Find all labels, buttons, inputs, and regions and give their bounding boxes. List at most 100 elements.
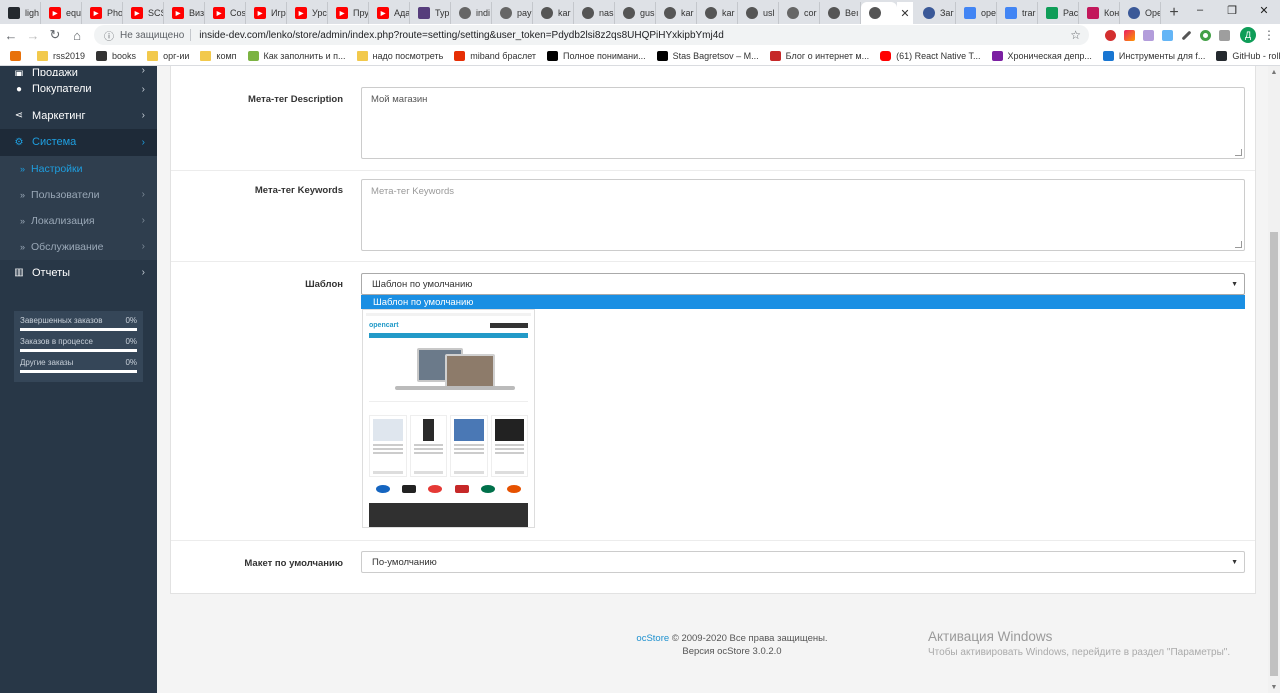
browser-tab[interactable]: kar <box>697 2 738 24</box>
browser-tab[interactable]: ▶ Ада <box>369 2 410 24</box>
browser-tab[interactable]: ▶ Pho <box>82 2 123 24</box>
browser-tab[interactable]: Рас <box>1038 2 1079 24</box>
close-window-button[interactable]: ✕ <box>1248 0 1280 20</box>
folder-icon <box>37 50 48 61</box>
drive-icon <box>1046 7 1058 19</box>
browser-tab[interactable]: usl <box>738 2 779 24</box>
browser-tab[interactable]: pay <box>492 2 533 24</box>
maximize-button[interactable]: ❐ <box>1216 0 1248 20</box>
apps-icon <box>10 50 21 61</box>
medium-icon <box>656 50 668 61</box>
resize-handle-icon[interactable] <box>1235 149 1242 156</box>
browser-tab[interactable]: trar <box>997 2 1038 24</box>
scrollbar-thumb[interactable] <box>1270 232 1278 676</box>
bookmark-item[interactable]: miband браслет <box>450 47 543 65</box>
sidebar-subitem-maintenance[interactable]: » Обслуживание › <box>0 234 157 260</box>
sidebar-subitem-localisation[interactable]: » Локализация › <box>0 208 157 234</box>
bookmark-item[interactable]: books <box>92 47 143 65</box>
meta-description-textarea[interactable]: Мой магазин <box>361 87 1245 159</box>
browser-tab[interactable]: Тур <box>410 2 451 24</box>
sidebar-item-customers[interactable]: ● Покупатели › <box>0 76 157 103</box>
bookmark-label: надо посмотреть <box>372 50 444 61</box>
layout-select[interactable]: По-умолчанию ▼ <box>361 551 1245 573</box>
ocstore-link[interactable]: ocStore <box>636 633 669 644</box>
browser-tab[interactable]: ▶ Пру <box>328 2 369 24</box>
browser-tab[interactable]: ope <box>956 2 997 24</box>
bookmark-item[interactable]: Stas Bagretsov – M... <box>653 47 766 65</box>
browser-tab[interactable]: indi <box>451 2 492 24</box>
browser-tab[interactable]: nas <box>574 2 615 24</box>
extension-icon[interactable] <box>1139 24 1158 46</box>
bookmark-item[interactable] <box>6 47 33 65</box>
admin-sidebar: ▣ Продажи › ● Покупатели › ⋖ Маркетинг ›… <box>0 66 157 693</box>
browser-tab[interactable]: gus <box>615 2 656 24</box>
browser-tab[interactable]: Заг <box>915 2 956 24</box>
bookmark-item[interactable]: (61) React Native T... <box>876 47 987 65</box>
link-icon <box>828 7 840 19</box>
sidebar-subitem-users[interactable]: » Пользователи › <box>0 182 157 208</box>
sidebar-item-system[interactable]: ⚙ Система › <box>0 129 157 156</box>
bookmark-item[interactable]: Инструменты для f... <box>1099 47 1213 65</box>
browser-tab[interactable]: ▶ equ <box>41 2 82 24</box>
url-text[interactable]: inside-dev.com/lenko/store/admin/index.p… <box>199 30 724 41</box>
template-option-default[interactable]: Шаблон по умолчанию <box>361 295 1245 309</box>
preview-product-card <box>490 415 528 477</box>
bookmark-item[interactable]: комп <box>196 47 243 65</box>
browser-tab[interactable]: ▶ Урс <box>287 2 328 24</box>
address-bar[interactable]: ⓘ Не защищено inside-dev.com/lenko/store… <box>94 25 1089 45</box>
bookmark-item[interactable]: Полное понимани... <box>543 47 653 65</box>
sidebar-item-reports[interactable]: ▥ Отчеты › <box>0 260 157 287</box>
browser-tab[interactable]: kar <box>656 2 697 24</box>
sidebar-item-marketing[interactable]: ⋖ Маркетинг › <box>0 103 157 130</box>
browser-tab-active[interactable] <box>861 2 897 24</box>
sidebar-subitem-settings[interactable]: » Настройки <box>0 156 157 182</box>
scroll-up-icon[interactable]: ▲ <box>1268 66 1280 78</box>
browser-tab[interactable]: Кон <box>1079 2 1120 24</box>
eyedropper-icon[interactable] <box>1177 24 1196 46</box>
extension-icon[interactable] <box>1158 24 1177 46</box>
bookmark-star-icon[interactable]: ☆ <box>1070 28 1081 42</box>
browser-tab[interactable]: ligh <box>0 2 41 24</box>
reload-icon[interactable]: ↻ <box>44 24 66 46</box>
back-icon[interactable]: ← <box>0 24 22 46</box>
bookmark-item[interactable]: Как заполнить и п... <box>244 47 353 65</box>
bookmark-item[interactable]: Хроническая депр... <box>988 47 1099 65</box>
preview-hero-laptops <box>369 340 528 402</box>
profile-avatar[interactable]: Д <box>1240 27 1256 43</box>
info-icon[interactable]: ⓘ <box>104 28 114 43</box>
bookmark-label: Полное понимани... <box>563 50 646 61</box>
globe-icon <box>459 7 471 19</box>
bookmark-item[interactable]: Блог о интернет м... <box>766 47 876 65</box>
browser-tab[interactable]: ▶ Виз <box>164 2 205 24</box>
browser-tab[interactable]: cor <box>779 2 820 24</box>
sidebar-item-sales[interactable]: ▣ Продажи › <box>0 66 157 76</box>
bookmark-item[interactable]: орг-ии <box>143 47 196 65</box>
browser-tab[interactable]: ▶ Cos <box>205 2 246 24</box>
bookmark-item[interactable]: rss2019 <box>33 47 92 65</box>
minimize-button[interactable]: – <box>1184 0 1216 20</box>
browser-tab[interactable]: Ope <box>1120 2 1161 24</box>
browser-tab[interactable]: Веı <box>820 2 861 24</box>
bookmark-item[interactable]: GitHub - rolling-sco... <box>1212 47 1280 65</box>
extension-icon[interactable] <box>1196 24 1215 46</box>
browser-tab[interactable]: kar <box>533 2 574 24</box>
chevron-right-icon: › <box>141 189 145 200</box>
page-scrollbar[interactable]: ▲ ▼ <box>1268 66 1280 693</box>
extension-icon[interactable] <box>1120 24 1139 46</box>
chevron-right-icon: › <box>141 241 145 252</box>
tab-title: SCS <box>148 8 163 18</box>
forward-icon[interactable]: → <box>22 24 44 46</box>
resize-handle-icon[interactable] <box>1235 241 1242 248</box>
menu-kebab-icon[interactable]: ⋮ <box>1262 28 1276 42</box>
adblock-icon[interactable] <box>1101 24 1120 46</box>
browser-tab[interactable]: ▶ SCS <box>123 2 164 24</box>
home-icon[interactable]: ⌂ <box>66 24 88 46</box>
template-select[interactable]: Шаблон по умолчанию ▼ <box>361 273 1245 295</box>
bookmark-item[interactable]: надо посмотреть <box>353 47 451 65</box>
scroll-down-icon[interactable]: ▼ <box>1268 681 1280 693</box>
close-tab-icon[interactable]: ✕ <box>897 2 913 24</box>
meta-keywords-textarea[interactable]: Мета-тег Keywords <box>361 179 1245 251</box>
browser-tab[interactable]: ▶ Игр <box>246 2 287 24</box>
tab-title: Ада <box>394 8 409 18</box>
puzzle-icon[interactable] <box>1215 24 1234 46</box>
